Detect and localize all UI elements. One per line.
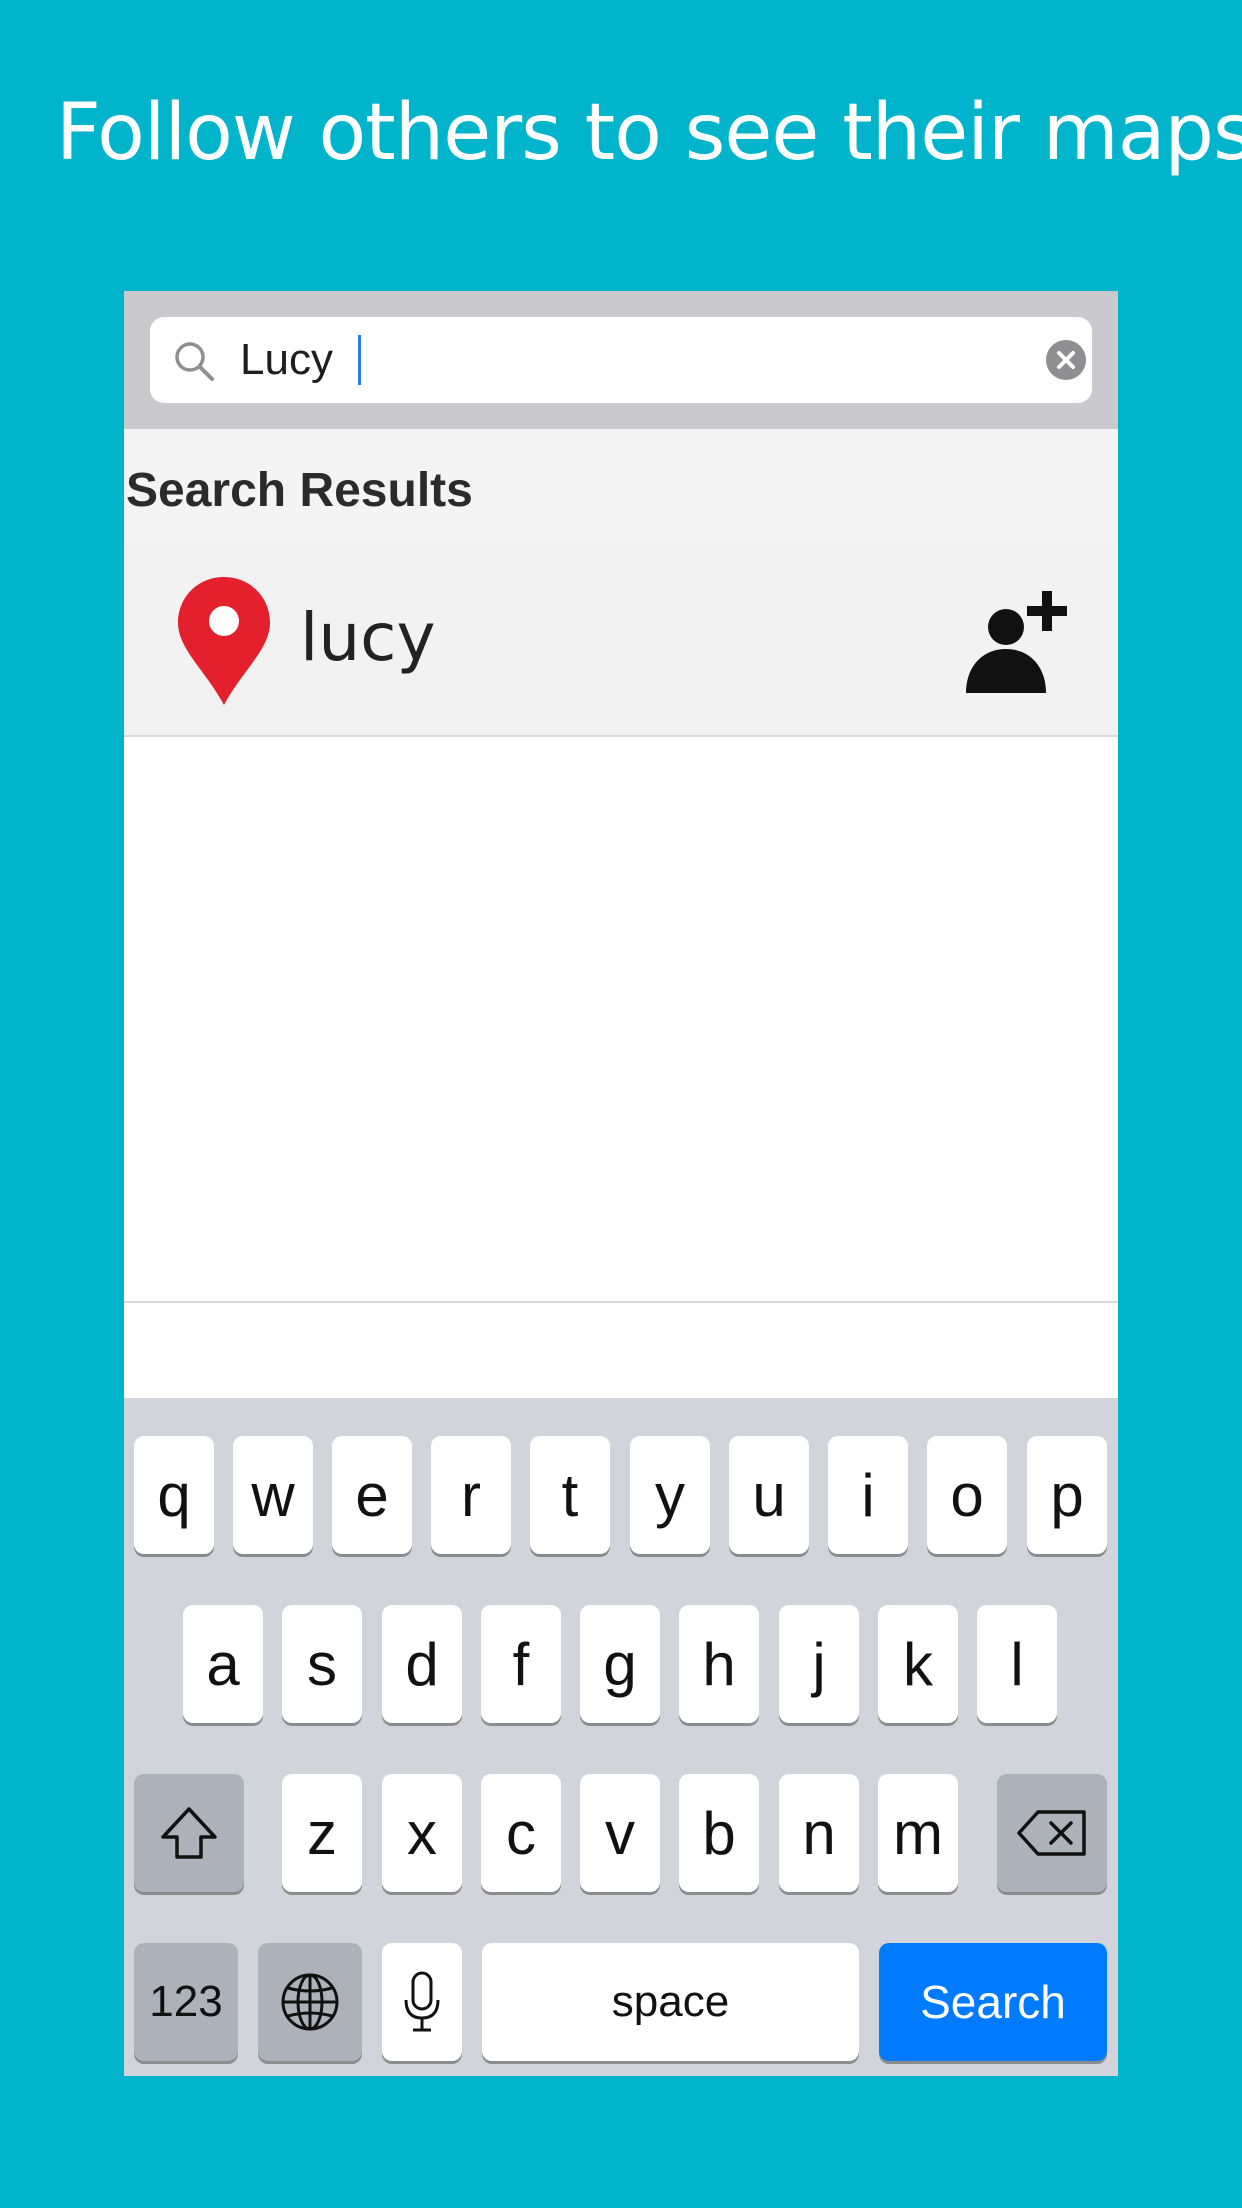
clear-icon[interactable]: [1046, 340, 1086, 380]
key-c[interactable]: c: [481, 1774, 561, 1892]
globe-key[interactable]: [258, 1943, 362, 2061]
section-header: Search Results: [124, 429, 1118, 547]
key-l[interactable]: l: [977, 1605, 1057, 1723]
search-input-value: Lucy: [240, 335, 333, 384]
section-header-label: Search Results: [126, 464, 473, 517]
key-s[interactable]: s: [282, 1605, 362, 1723]
key-k[interactable]: k: [878, 1605, 958, 1723]
search-key[interactable]: Search: [879, 1943, 1107, 2061]
headline: Follow others to see their maps: [56, 88, 1242, 178]
key-q[interactable]: q: [134, 1436, 214, 1554]
key-t[interactable]: t: [530, 1436, 610, 1554]
key-a[interactable]: a: [183, 1605, 263, 1723]
add-user-icon[interactable]: [964, 585, 1076, 695]
key-i[interactable]: i: [828, 1436, 908, 1554]
key-w[interactable]: w: [233, 1436, 313, 1554]
shift-key[interactable]: [134, 1774, 244, 1892]
key-y[interactable]: y: [630, 1436, 710, 1554]
delete-key[interactable]: [997, 1774, 1107, 1892]
map-pin-icon: [178, 577, 270, 705]
shift-icon: [161, 1807, 217, 1859]
search-bar: Lucy: [124, 291, 1118, 429]
phone-screen: Lucy Search Results lucy q w e r t y u i…: [124, 291, 1118, 2076]
key-r[interactable]: r: [431, 1436, 511, 1554]
key-z[interactable]: z: [282, 1774, 362, 1892]
key-v[interactable]: v: [580, 1774, 660, 1892]
key-x[interactable]: x: [382, 1774, 462, 1892]
magnifier-icon: [175, 342, 214, 381]
microphone-icon: [404, 1971, 440, 2032]
key-e[interactable]: e: [332, 1436, 412, 1554]
empty-row: [124, 737, 1118, 927]
key-g[interactable]: g: [580, 1605, 660, 1723]
numbers-key[interactable]: 123: [134, 1943, 238, 2061]
space-key[interactable]: space: [482, 1943, 859, 2061]
key-b[interactable]: b: [679, 1774, 759, 1892]
key-j[interactable]: j: [779, 1605, 859, 1723]
result-name: lucy: [300, 599, 436, 676]
key-h[interactable]: h: [679, 1605, 759, 1723]
empty-row: [124, 1113, 1118, 1303]
keyboard: q w e r t y u i o p a s d f g h j k l z …: [124, 1398, 1118, 2076]
key-u[interactable]: u: [729, 1436, 809, 1554]
result-row-lucy[interactable]: lucy: [124, 547, 1118, 737]
search-input[interactable]: Lucy: [150, 317, 1092, 403]
text-caret: [358, 335, 361, 385]
key-n[interactable]: n: [779, 1774, 859, 1892]
globe-icon: [281, 1973, 339, 2031]
key-o[interactable]: o: [927, 1436, 1007, 1554]
backspace-icon: [1017, 1810, 1086, 1856]
key-p[interactable]: p: [1027, 1436, 1107, 1554]
empty-row: [124, 925, 1118, 1115]
dictation-key[interactable]: [382, 1943, 462, 2061]
key-d[interactable]: d: [382, 1605, 462, 1723]
key-f[interactable]: f: [481, 1605, 561, 1723]
key-m[interactable]: m: [878, 1774, 958, 1892]
